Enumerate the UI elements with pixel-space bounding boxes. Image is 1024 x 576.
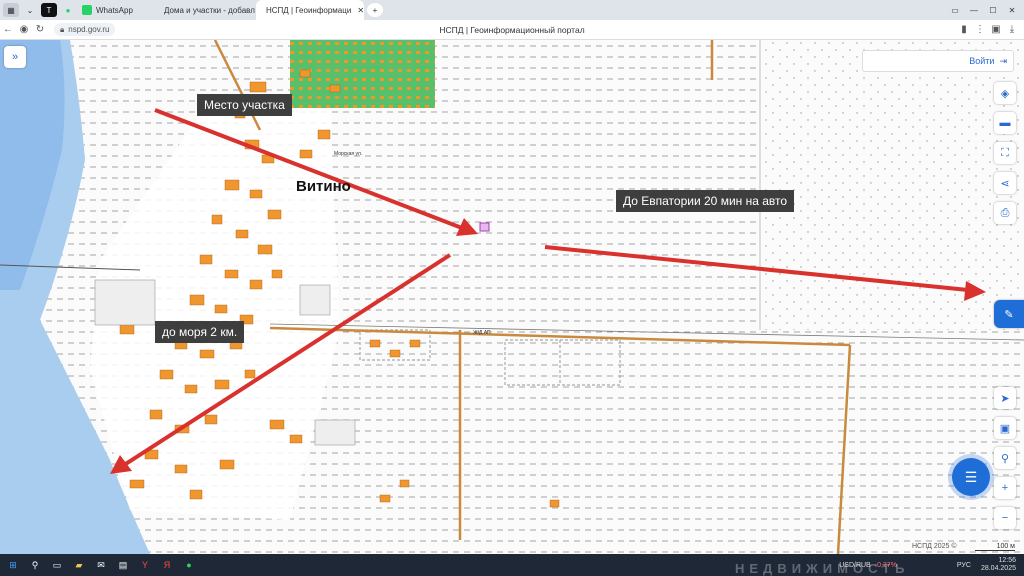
zoom-in-icon[interactable]: + <box>994 477 1016 499</box>
zoom-out-icon[interactable]: − <box>994 507 1016 529</box>
plot-marker <box>479 222 490 232</box>
download-icon[interactable]: ⤓ <box>1004 24 1020 35</box>
whatsapp-taskbar-icon[interactable]: ● <box>180 557 198 573</box>
whatsapp-icon <box>82 5 92 15</box>
close-tab-icon[interactable]: ✕ <box>357 6 364 15</box>
annotation-to-evpatoria: До Евпатории 20 мин на авто <box>616 190 795 212</box>
yandex-id-icon[interactable]: ◉ <box>16 24 32 35</box>
pinned-tab-icon[interactable]: T <box>41 3 57 17</box>
print-icon[interactable]: ⎙ <box>994 202 1016 224</box>
basemap-icon[interactable]: ▣ <box>994 417 1016 439</box>
watermark: НЕДВИЖИМОСТЬ <box>735 561 910 576</box>
yandex-icon[interactable]: Я <box>158 557 176 573</box>
scale-bar: 100 м <box>975 543 1015 551</box>
annotation-to-sea: до моря 2 км. <box>155 321 245 343</box>
geo-search-icon[interactable]: ⚲ <box>994 447 1016 469</box>
new-tab-icon[interactable]: + <box>367 3 383 17</box>
chat-support-icon[interactable]: ✎ <box>994 300 1024 328</box>
menu-fab-icon[interactable]: ☰ <box>952 458 990 496</box>
file-explorer-icon[interactable]: ▰ <box>70 557 88 573</box>
login-icon: ⇥ <box>999 55 1007 66</box>
start-icon[interactable]: ⊞ <box>4 557 22 573</box>
share-icon[interactable]: ⋖ <box>994 172 1016 194</box>
expand-panel-icon[interactable]: » <box>4 46 26 68</box>
maximize-icon[interactable]: ☐ <box>985 3 1001 17</box>
lock-icon: 🔒︎ <box>60 24 65 34</box>
search-icon[interactable]: ⚲ <box>26 557 44 573</box>
village-label: Витино <box>296 178 351 195</box>
url-field[interactable]: 🔒︎ nspd.gov.ru <box>54 23 116 36</box>
tab-whatsapp[interactable]: WhatsApp <box>76 0 154 20</box>
clock-time: 12:56 <box>998 557 1016 564</box>
road-label: Ж/Д АП <box>473 330 491 336</box>
layers-icon[interactable]: ◈ <box>994 82 1016 104</box>
tab-nspd[interactable]: НСПД | Геоинформаци ✕ <box>256 0 364 20</box>
extensions-icon[interactable]: ▣ <box>988 24 1004 35</box>
login-button[interactable]: Войти ⇥ <box>862 50 1014 72</box>
browser-tab-bar: ▦ ⌄ T ● WhatsApp Дома и участки - добавл… <box>0 0 1024 20</box>
clock-date: 28.04.2025 <box>980 565 1016 572</box>
select-area-icon[interactable]: ⛶ <box>994 142 1016 164</box>
mail-icon[interactable]: ✉ <box>92 557 110 573</box>
attribution: НСПД 2025 © <box>912 543 957 550</box>
bookmark-page-icon[interactable]: ▮ <box>956 24 972 35</box>
tab-houses[interactable]: Дома и участки - добавл <box>154 0 256 20</box>
minimize-icon[interactable]: — <box>966 3 982 17</box>
bookmark-icon[interactable]: ▭ <box>947 3 963 17</box>
tab-list-icon[interactable]: ⌄ <box>22 3 38 17</box>
address-bar: ← ◉ ↻ 🔒︎ nspd.gov.ru ▮ ⋮ ▣ ⤓ <box>0 20 1024 40</box>
ruler-icon[interactable]: ▬ <box>994 112 1016 134</box>
map-canvas[interactable]: Ж/Д АП Морская ул. <box>0 40 1024 554</box>
close-window-icon[interactable]: ✕ <box>1004 3 1020 17</box>
language-indicator[interactable]: РУС <box>957 562 971 569</box>
annotation-plot-location: Место участка <box>197 94 292 116</box>
store-icon[interactable]: ▤ <box>114 557 132 573</box>
task-view-icon[interactable]: ▭ <box>48 557 66 573</box>
garden-zone <box>290 40 435 108</box>
street-label: Морская ул. <box>334 151 362 157</box>
locate-icon[interactable]: ➤ <box>994 387 1016 409</box>
yandex-browser-icon[interactable]: Y <box>136 557 154 573</box>
whatsapp-pinned-icon[interactable]: ● <box>60 3 76 17</box>
cadastral-map[interactable]: Ж/Д АП Морская ул. » Место участка До Ев… <box>0 40 1024 554</box>
browser-menu-icon[interactable]: ▦ <box>3 3 19 17</box>
back-icon[interactable]: ← <box>0 24 16 35</box>
reload-icon[interactable]: ↻ <box>32 24 48 35</box>
more-icon[interactable]: ⋮ <box>972 24 988 35</box>
